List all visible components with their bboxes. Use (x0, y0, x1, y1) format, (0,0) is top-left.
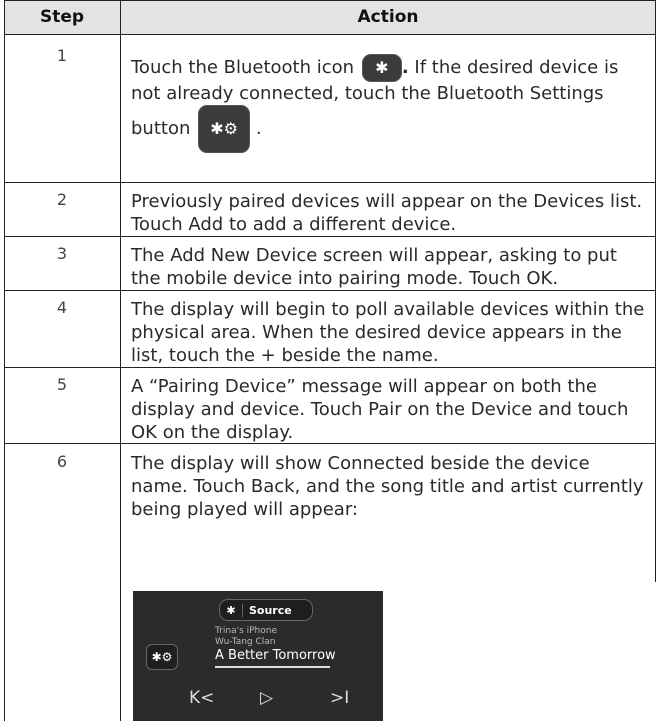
now-playing-screen: ✱ Source Trina's iPhone Wu-Tang Clan A B… (133, 591, 383, 721)
step-action: A “Pairing Device” message will appear o… (131, 376, 629, 443)
bluetooth-settings-button: ✱⚙ (146, 644, 178, 670)
step-action: The Add New Device screen will appear, a… (131, 245, 617, 289)
step-action: Previously paired devices will appear on… (131, 191, 643, 235)
header-step: Step (4, 0, 120, 35)
step-number: 3 (56, 244, 68, 263)
source-button: ✱ Source (219, 599, 313, 621)
bluetooth-button: ✱ (361, 54, 402, 82)
previous-track-icon: K< (189, 688, 215, 708)
bluetooth-settings-button: ✱⚙ (198, 105, 251, 153)
header-action: Action (121, 0, 655, 35)
step-number: 5 (56, 375, 68, 394)
device-name: Trina's iPhone (215, 626, 277, 636)
play-icon: ▷ (260, 688, 274, 708)
progress-line (215, 666, 330, 668)
step-number: 6 (56, 452, 68, 471)
artist-name: Wu-Tang Clan (215, 637, 276, 647)
step-action: The display will show Connected beside t… (131, 453, 644, 520)
step-number: 1 (56, 46, 68, 65)
step-number: 2 (56, 190, 68, 209)
next-track-icon: >I (330, 688, 350, 708)
step-action: The display will begin to poll available… (131, 299, 645, 366)
step-number: 4 (56, 298, 68, 317)
steps-table: Step Action 1 Touch the Bluetooth icon ✱… (0, 0, 659, 721)
gear-icon: ✱⚙ (151, 650, 173, 664)
gear-icon: ✱⚙ (210, 119, 238, 138)
song-title: A Better Tomorrow (215, 648, 336, 663)
bluetooth-icon: ✱ (220, 603, 243, 617)
bluetooth-icon: ✱ (375, 58, 389, 77)
step-action: Touch the Bluetooth icon ✱ . If the desi… (131, 46, 649, 153)
